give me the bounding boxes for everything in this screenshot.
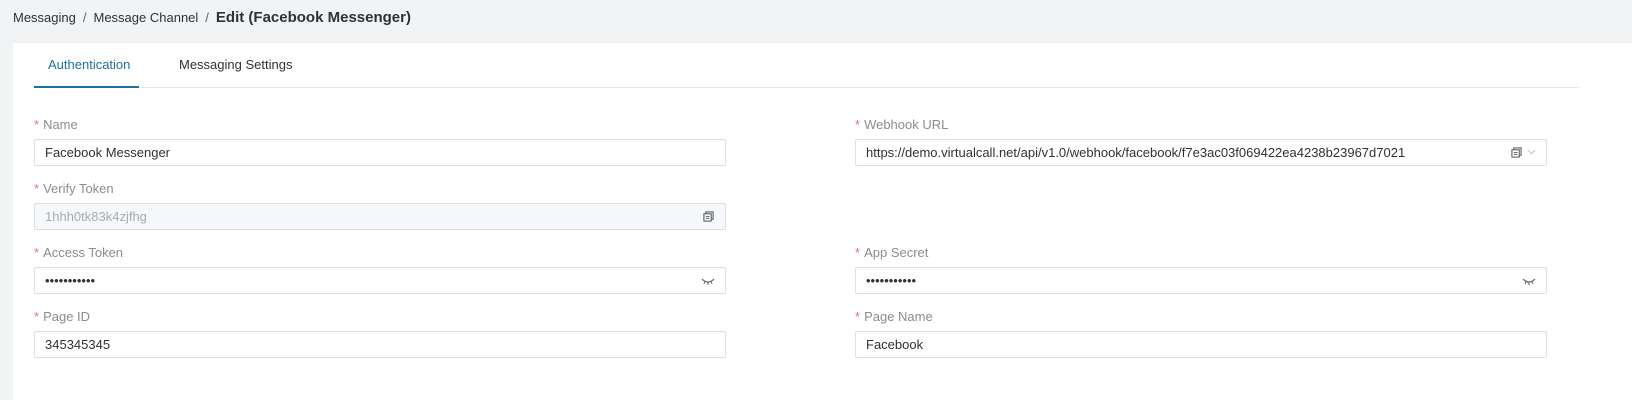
- name-label: * Name: [34, 116, 78, 132]
- eye-closed-icon[interactable]: [701, 274, 715, 288]
- verify-token-value: 1hhh0tk83k4zjfhg: [45, 209, 147, 224]
- breadcrumb-separator: /: [82, 10, 87, 25]
- page-name-label-text: Page Name: [864, 308, 933, 324]
- webhook-url-label-text: Webhook URL: [864, 116, 949, 132]
- required-mark: *: [855, 308, 861, 324]
- tab-authentication[interactable]: Authentication: [48, 43, 130, 88]
- verify-token-label: * Verify Token: [34, 180, 114, 196]
- breadcrumb: Messaging / Message Channel / Edit (Face…: [13, 9, 411, 26]
- access-token-value: •••••••••••: [45, 273, 96, 288]
- page-id-input[interactable]: 345345345: [34, 331, 726, 358]
- app-secret-value: •••••••••••: [866, 273, 917, 288]
- page-title: Edit (Facebook Messenger): [215, 9, 411, 26]
- tab-messaging-settings[interactable]: Messaging Settings: [179, 43, 292, 88]
- name-input[interactable]: Facebook Messenger: [34, 139, 726, 166]
- breadcrumb-messaging[interactable]: Messaging: [13, 10, 76, 25]
- page-id-field: * Page ID 345345345: [34, 308, 726, 358]
- name-input-value: Facebook Messenger: [45, 145, 171, 160]
- required-mark: *: [34, 180, 40, 196]
- chevron-down-icon[interactable]: [1527, 147, 1536, 158]
- page-name-value: Facebook: [866, 337, 924, 352]
- required-mark: *: [855, 116, 861, 132]
- access-token-label-text: Access Token: [43, 244, 124, 260]
- access-token-input[interactable]: •••••••••••: [34, 267, 726, 294]
- name-label-text: Name: [43, 116, 78, 132]
- name-field: * Name Facebook Messenger: [34, 116, 726, 166]
- page-name-label: * Page Name: [855, 308, 933, 324]
- app-secret-field: * App Secret •••••••••••: [855, 244, 1547, 294]
- page-id-label-text: Page ID: [43, 308, 91, 324]
- page-id-value: 345345345: [45, 337, 111, 352]
- webhook-url-input[interactable]: https://demo.virtualcall.net/api/v1.0/we…: [855, 139, 1547, 166]
- verify-token-field: * Verify Token 1hhh0tk83k4zjfhg: [34, 180, 726, 230]
- verify-token-label-text: Verify Token: [43, 180, 114, 196]
- breadcrumb-separator: /: [205, 10, 209, 25]
- app-secret-input[interactable]: •••••••••••: [855, 267, 1547, 294]
- eye-closed-icon[interactable]: [1522, 274, 1536, 288]
- copy-icon[interactable]: [701, 210, 715, 224]
- app-secret-label-text: App Secret: [864, 244, 929, 260]
- tab-bar: Authentication Messaging Settings: [34, 43, 1579, 88]
- breadcrumb-message-channel[interactable]: Message Channel: [94, 10, 199, 25]
- verify-token-input: 1hhh0tk83k4zjfhg: [34, 203, 726, 230]
- access-token-label: * Access Token: [34, 244, 123, 260]
- form-card: Authentication Messaging Settings * Name…: [13, 43, 1632, 400]
- required-mark: *: [855, 244, 861, 260]
- webhook-url-label: * Webhook URL: [855, 116, 948, 132]
- active-tab-indicator: [34, 86, 139, 88]
- copy-icon[interactable]: [1509, 146, 1523, 160]
- required-mark: *: [34, 244, 40, 260]
- required-mark: *: [34, 116, 40, 132]
- page-name-field: * Page Name Facebook: [855, 308, 1547, 358]
- page-id-label: * Page ID: [34, 308, 90, 324]
- required-mark: *: [34, 308, 40, 324]
- webhook-url-field: * Webhook URL https://demo.virtualcall.n…: [855, 116, 1547, 166]
- app-secret-label: * App Secret: [855, 244, 928, 260]
- page-name-input[interactable]: Facebook: [855, 331, 1547, 358]
- access-token-field: * Access Token •••••••••••: [34, 244, 726, 294]
- webhook-url-value: https://demo.virtualcall.net/api/v1.0/we…: [866, 145, 1406, 160]
